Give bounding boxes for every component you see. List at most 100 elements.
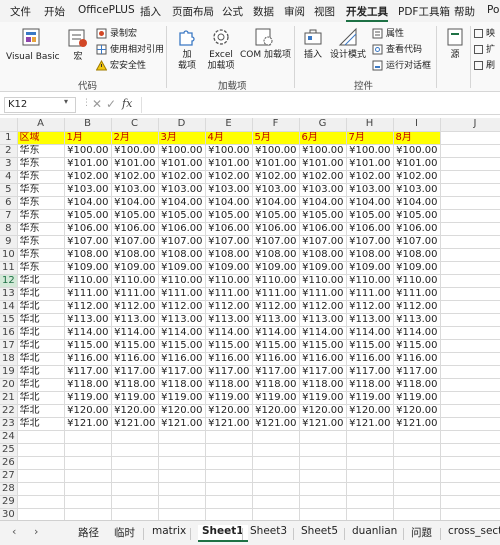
row-header[interactable]: 8 [0,222,18,236]
cell[interactable] [205,456,253,470]
menu-tab[interactable]: OfficePLUS [78,4,135,20]
cell[interactable]: ¥109.00 [346,261,394,275]
com-addins-button[interactable]: COM 加载项 [240,26,291,61]
cell[interactable] [299,482,347,496]
cell[interactable] [158,482,206,496]
cell[interactable]: ¥108.00 [111,248,159,262]
cell[interactable] [252,469,300,483]
cell[interactable] [205,469,253,483]
cell[interactable]: ¥104.00 [252,196,300,210]
cell[interactable] [299,469,347,483]
cell[interactable] [393,430,441,444]
cell[interactable]: ¥110.00 [205,274,253,288]
cell[interactable] [158,430,206,444]
cell[interactable] [393,495,441,509]
sheet-tab[interactable]: Sheet3 [250,525,287,542]
row-header[interactable]: 9 [0,235,18,249]
sheet-tab[interactable]: duanlian [352,525,397,542]
cell[interactable]: 华北 [17,352,65,366]
cell[interactable]: ¥101.00 [111,157,159,171]
sheet-tab[interactable]: matrix [152,525,186,542]
cell[interactable] [64,469,112,483]
cell[interactable]: ¥103.00 [252,183,300,197]
cell[interactable]: ¥115.00 [158,339,206,353]
column-header[interactable]: B [64,118,112,132]
cell[interactable] [346,495,394,509]
cell[interactable]: ¥109.00 [299,261,347,275]
column-header[interactable]: C [111,118,159,132]
row-header[interactable]: 27 [0,469,18,483]
cell[interactable]: ¥119.00 [64,391,112,405]
row-header[interactable]: 10 [0,248,18,262]
cell[interactable] [440,144,500,158]
menu-tab[interactable]: 开发工具 [346,4,388,22]
view-code-button[interactable]: 查看代码 [372,43,422,57]
cell[interactable] [17,508,65,520]
cell[interactable]: ¥115.00 [205,339,253,353]
cell[interactable]: ¥112.00 [299,300,347,314]
cell[interactable] [205,482,253,496]
cell[interactable] [17,430,65,444]
scroll-right-icon[interactable]: › [34,525,38,538]
cell[interactable]: 8月 [393,131,441,145]
cell[interactable]: 华北 [17,339,65,353]
select-all-corner[interactable] [0,118,18,132]
cell[interactable]: ¥118.00 [346,378,394,392]
cell[interactable]: ¥118.00 [252,378,300,392]
cell[interactable]: ¥114.00 [346,326,394,340]
cell[interactable]: ¥115.00 [299,339,347,353]
map-properties-button[interactable]: 映 [474,27,495,41]
cell[interactable]: ¥107.00 [252,235,300,249]
cell[interactable] [440,508,500,520]
cell[interactable]: ¥119.00 [252,391,300,405]
cell[interactable]: ¥102.00 [205,170,253,184]
cell[interactable] [64,508,112,520]
cell[interactable]: ¥116.00 [252,352,300,366]
cell[interactable]: ¥105.00 [158,209,206,223]
cell[interactable]: ¥106.00 [299,222,347,236]
cell[interactable]: ¥104.00 [64,196,112,210]
cell[interactable]: ¥121.00 [205,417,253,431]
cell[interactable]: ¥108.00 [393,248,441,262]
row-header[interactable]: 11 [0,261,18,275]
menu-tab[interactable]: Po [487,4,499,20]
row-header[interactable]: 1 [0,131,18,145]
row-header[interactable]: 14 [0,300,18,314]
cell[interactable] [299,456,347,470]
cell[interactable]: 华北 [17,326,65,340]
cell[interactable]: ¥102.00 [111,170,159,184]
column-header[interactable]: H [346,118,394,132]
cell[interactable] [440,261,500,275]
cell[interactable]: ¥117.00 [346,365,394,379]
cell[interactable]: ¥110.00 [158,274,206,288]
cell[interactable]: ¥106.00 [111,222,159,236]
cell[interactable] [440,326,500,340]
cell[interactable]: ¥115.00 [252,339,300,353]
cell[interactable]: ¥111.00 [64,287,112,301]
cell[interactable] [111,456,159,470]
row-header[interactable]: 24 [0,430,18,444]
cell[interactable] [111,443,159,457]
cell[interactable]: ¥110.00 [64,274,112,288]
cell[interactable] [393,469,441,483]
cell[interactable]: 5月 [252,131,300,145]
cell[interactable]: ¥103.00 [64,183,112,197]
row-header[interactable]: 13 [0,287,18,301]
cell[interactable]: ¥105.00 [111,209,159,223]
cell[interactable] [393,508,441,520]
row-header[interactable]: 7 [0,209,18,223]
cell[interactable]: 华东 [17,261,65,275]
cell[interactable]: 华北 [17,313,65,327]
cell[interactable] [111,430,159,444]
cell[interactable]: ¥113.00 [64,313,112,327]
cell[interactable]: ¥107.00 [393,235,441,249]
cell[interactable] [346,469,394,483]
visual-basic-button[interactable]: Visual Basic [6,26,60,63]
cell[interactable] [440,157,500,171]
macros-button[interactable]: 宏 [64,26,92,63]
cell[interactable]: ¥119.00 [346,391,394,405]
cell[interactable] [17,469,65,483]
cell[interactable]: ¥106.00 [252,222,300,236]
cell[interactable] [17,443,65,457]
cell[interactable]: ¥108.00 [299,248,347,262]
